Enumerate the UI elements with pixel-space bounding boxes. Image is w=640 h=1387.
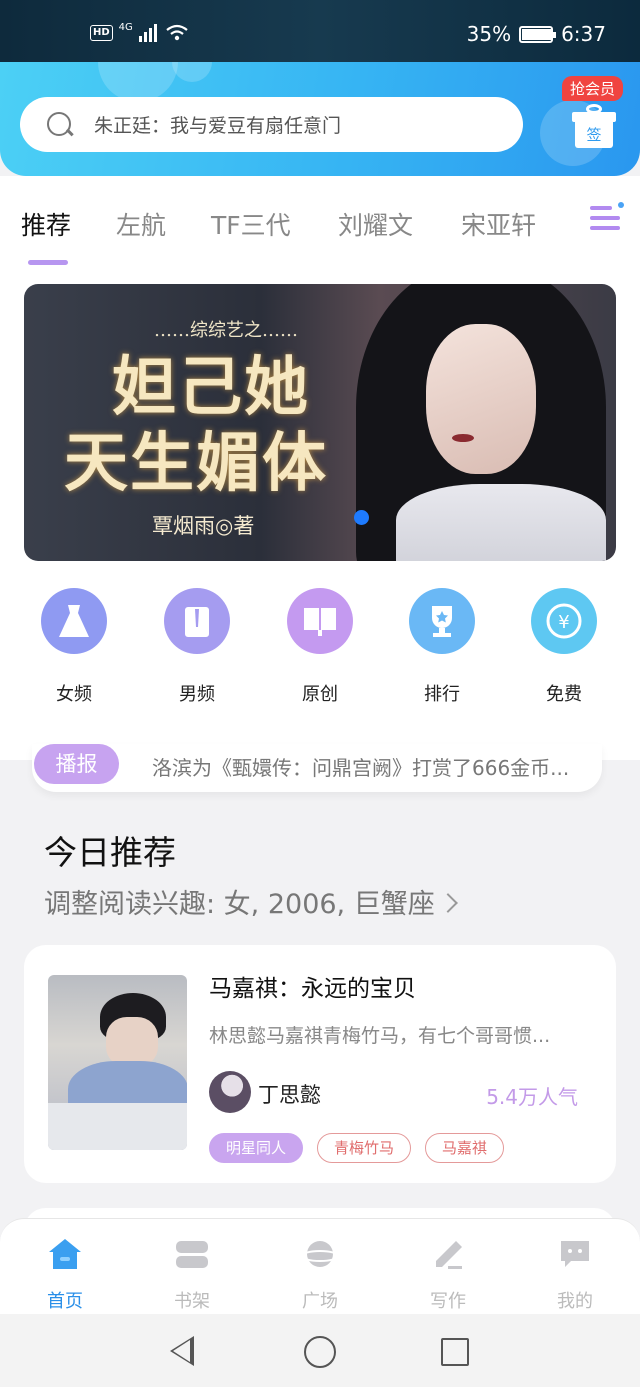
decor-bubble — [172, 62, 212, 82]
tab-liu-yaowen[interactable]: 刘耀文 — [338, 206, 413, 242]
battery-icon — [519, 25, 557, 43]
nav-label: 书架 — [174, 1291, 210, 1312]
section-title: 今日推荐 — [44, 833, 176, 872]
category-female[interactable]: 女频 — [34, 588, 114, 706]
category-ranking[interactable]: 排行 — [402, 588, 482, 706]
tab-recommend[interactable]: 推荐 — [21, 206, 71, 242]
clock: 6:37 — [561, 22, 606, 46]
nav-profile[interactable]: 我的 — [535, 1237, 615, 1313]
status-left: HD 4G — [90, 21, 189, 42]
book-description: 林思懿马嘉祺青梅竹马，有七个哥哥惯... — [209, 1025, 551, 1047]
author-avatar — [209, 1071, 251, 1113]
category-tabs: 推荐 左航 TF三代 刘耀文 宋亚轩 — [0, 176, 640, 266]
pen-icon — [436, 1241, 462, 1269]
shirt-icon — [164, 588, 230, 654]
chat-face-icon — [561, 1241, 589, 1267]
wifi-icon — [166, 24, 188, 41]
home-circle-icon[interactable] — [304, 1336, 336, 1368]
category-male[interactable]: 男频 — [157, 588, 237, 706]
reading-interest-link[interactable]: 调整阅读兴趣: 女, 2006, 巨蟹座 — [44, 882, 458, 921]
book-author: 丁思懿 — [258, 1083, 321, 1107]
svg-text:¥: ¥ — [558, 612, 569, 633]
banner-carousel[interactable]: ……综综艺之…… 妲己她 天生媚体 覃烟雨◎著 — [24, 284, 616, 561]
category-label: 免费 — [546, 684, 582, 705]
header: 朱正廷：我与爱豆有扇任意门 抢会员 签 — [0, 62, 640, 176]
decor-bubble — [98, 62, 178, 102]
planet-icon — [301, 1241, 339, 1267]
nav-square[interactable]: 广场 — [280, 1237, 360, 1313]
book-cover — [48, 975, 187, 1150]
tab-indicator — [28, 260, 68, 265]
sign-label: 签 — [575, 122, 613, 148]
tab-tf-gen3[interactable]: TF三代 — [211, 206, 291, 242]
yen-coin-icon: ¥ — [531, 588, 597, 654]
bottom-nav: 首页 书架 广场 写作 我的 — [0, 1218, 640, 1314]
book-tag[interactable]: 青梅竹马 — [317, 1133, 412, 1163]
vip-badge: 抢会员 — [562, 76, 624, 101]
dress-icon — [41, 588, 107, 654]
category-label: 男频 — [179, 684, 215, 705]
search-icon — [46, 111, 74, 139]
broadcast-ticker[interactable]: 播报 洛滨为《甄嬛传：问鼎宫阙》打赏了666金币... — [32, 744, 602, 792]
book-tag[interactable]: 马嘉祺 — [425, 1133, 505, 1163]
home-icon — [49, 1239, 81, 1269]
book-tag[interactable]: 明星同人 — [209, 1133, 304, 1163]
category-label: 排行 — [424, 684, 460, 705]
gift-icon: 签 — [572, 104, 616, 148]
chevron-right-icon — [437, 893, 458, 913]
category-shortcuts: 女频 男频 原创 排行 ¥ 免费 — [0, 588, 640, 708]
nav-home[interactable]: 首页 — [25, 1237, 105, 1313]
tab-menu-icon[interactable] — [590, 202, 624, 234]
banner-lips — [452, 434, 474, 442]
back-icon[interactable] — [170, 1336, 194, 1366]
category-original[interactable]: 原创 — [280, 588, 360, 706]
category-free[interactable]: ¥ 免费 — [524, 588, 604, 706]
category-label: 原创 — [302, 684, 338, 705]
book-card[interactable]: 马嘉祺：永远的宝贝 林思懿马嘉祺青梅竹马，有七个哥哥惯... 丁思懿 5.4万人… — [24, 945, 616, 1183]
broadcast-tag: 播报 — [34, 744, 119, 784]
main-content: ……综综艺之…… 妲己她 天生媚体 覃烟雨◎著 女频 男频 原创 排行 ¥ 免费 — [0, 266, 640, 760]
nav-bookshelf[interactable]: 书架 — [152, 1237, 232, 1313]
battery-percent: 35% — [466, 22, 512, 46]
broadcast-text: 洛滨为《甄嬛传：问鼎宫阙》打赏了666金币... — [152, 756, 570, 780]
search-placeholder: 朱正廷：我与爱豆有扇任意门 — [94, 115, 342, 137]
vip-sign-in-button[interactable]: 抢会员 签 — [562, 76, 626, 164]
carousel-indicator — [354, 510, 369, 525]
network-type: 4G — [118, 21, 133, 33]
status-bar: HD 4G 35% 6:37 — [0, 0, 640, 62]
book-icon — [287, 588, 353, 654]
nav-label: 首页 — [47, 1291, 83, 1312]
hd-indicator: HD — [90, 25, 113, 41]
nav-label: 写作 — [430, 1291, 466, 1312]
tab-song-yaxuan[interactable]: 宋亚轩 — [461, 206, 536, 242]
nav-label: 广场 — [302, 1291, 338, 1312]
nav-write[interactable]: 写作 — [408, 1237, 488, 1313]
category-label: 女频 — [56, 684, 92, 705]
bookshelf-icon — [176, 1241, 208, 1268]
book-popularity: 5.4万人气 — [486, 1085, 578, 1109]
recent-apps-icon[interactable] — [441, 1338, 469, 1366]
signal-icon — [138, 24, 157, 42]
nav-label: 我的 — [557, 1291, 593, 1312]
reading-interest-text: 调整阅读兴趣: 女, 2006, 巨蟹座 — [44, 889, 435, 920]
banner-author: 覃烟雨◎著 — [152, 514, 255, 538]
banner-shirt — [396, 484, 606, 561]
book-tags: 明星同人 青梅竹马 马嘉祺 — [209, 1133, 505, 1163]
banner-title-line2: 天生媚体 — [64, 426, 328, 501]
banner-face — [426, 324, 536, 474]
trophy-icon — [409, 588, 475, 654]
search-input[interactable]: 朱正廷：我与爱豆有扇任意门 — [20, 97, 523, 152]
book-title: 马嘉祺：永远的宝贝 — [209, 976, 416, 1002]
tab-zuo-hang[interactable]: 左航 — [116, 206, 166, 242]
system-nav-bar — [0, 1314, 640, 1387]
status-right: 35% 6:37 — [467, 22, 606, 46]
